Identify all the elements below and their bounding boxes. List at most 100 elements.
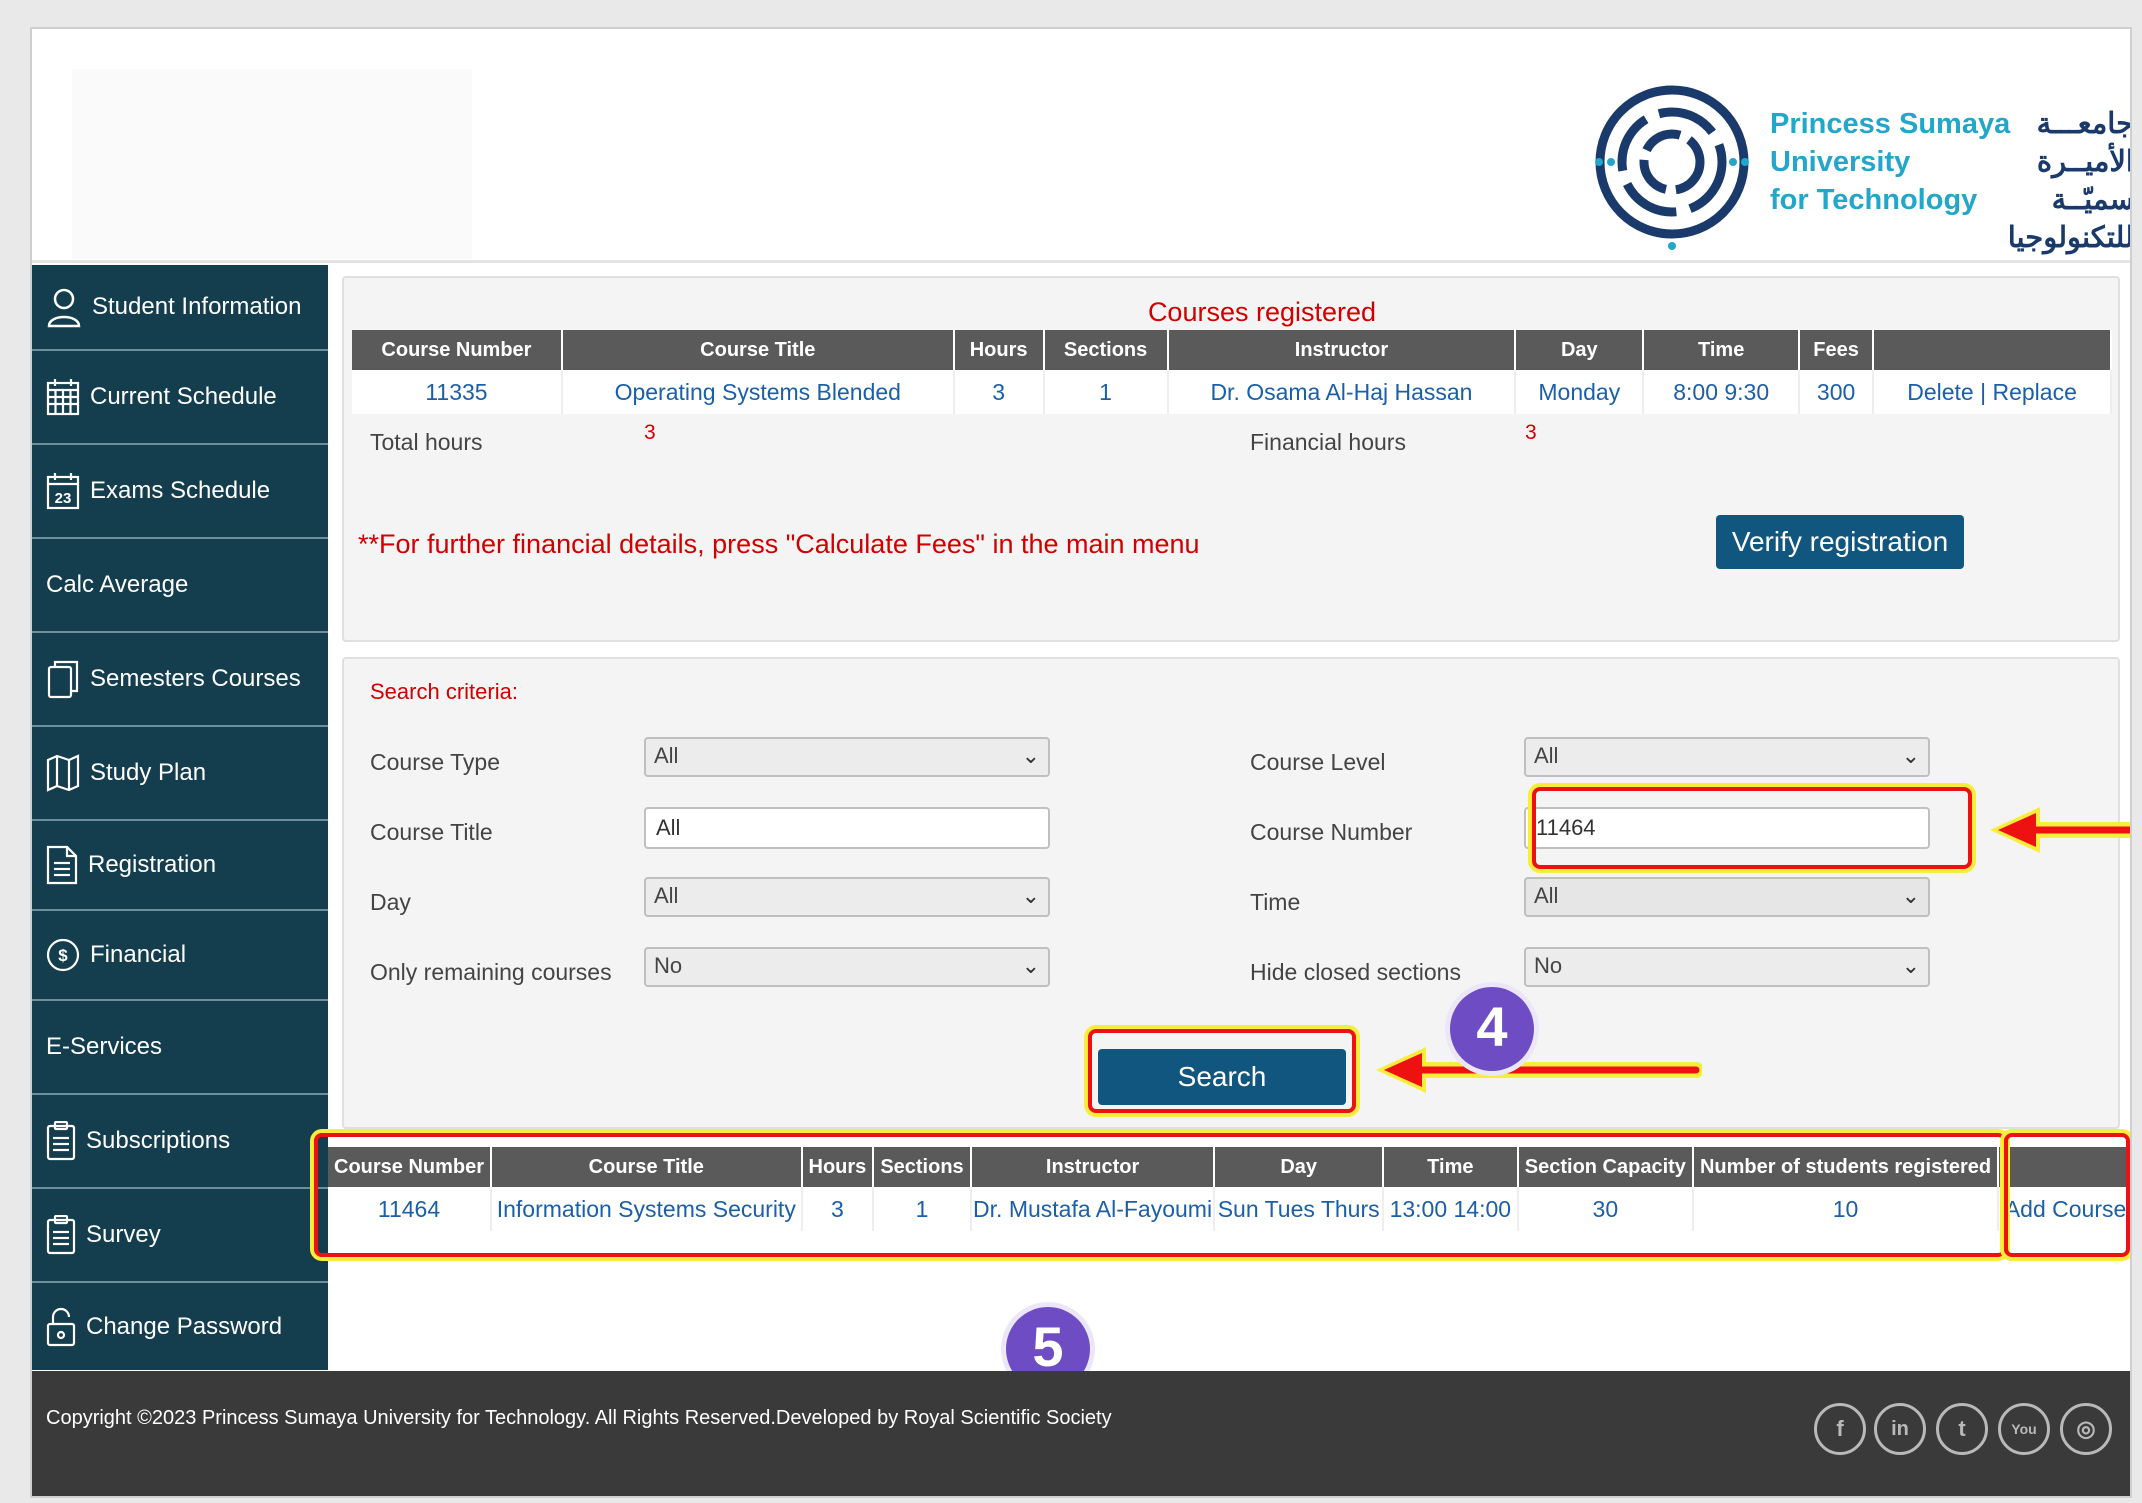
- column-header: Day: [1515, 330, 1645, 370]
- column-header: Sections: [1043, 330, 1169, 370]
- sidebar-item-exams-schedule[interactable]: 23 Exams Schedule: [32, 445, 328, 539]
- highlight-results-row: [314, 1133, 2006, 1257]
- sidebar-item-registration[interactable]: Registration: [32, 821, 328, 911]
- svg-text:23: 23: [55, 490, 72, 507]
- time-select[interactable]: All ⌄: [1524, 877, 1930, 917]
- red-arrow-icon: [1376, 1047, 1702, 1093]
- course-title-input[interactable]: All: [644, 807, 1050, 849]
- header: Princess Sumaya University for Technolog…: [32, 29, 2132, 263]
- total-hours-value: 3: [644, 421, 656, 444]
- chevron-down-icon: ⌄: [1901, 883, 1920, 908]
- financial-hours-value: 3: [1525, 421, 1537, 444]
- linkedin-icon[interactable]: in: [1874, 1403, 1926, 1455]
- instagram-icon[interactable]: ◎: [2060, 1403, 2112, 1455]
- column-header: Instructor: [1167, 330, 1517, 370]
- delete-link[interactable]: Delete: [1907, 379, 1973, 405]
- remaining-courses-select[interactable]: No ⌄: [644, 947, 1050, 987]
- chevron-down-icon: ⌄: [1021, 743, 1040, 768]
- hide-closed-sections-value: No: [1534, 953, 1563, 978]
- highlight-add-course: [2004, 1133, 2130, 1257]
- highlight-search-button: [1088, 1029, 1356, 1113]
- page: Princess Sumaya University for Technolog…: [30, 27, 2132, 1498]
- highlight-course-number: [1532, 787, 1972, 869]
- registered-courses-title: Courses registered: [1147, 297, 1377, 327]
- sidebar-item-study-plan[interactable]: Study Plan: [32, 727, 328, 821]
- sidebar-item-current-schedule[interactable]: Current Schedule: [32, 351, 328, 445]
- hide-closed-sections-select[interactable]: No ⌄: [1524, 947, 1930, 987]
- course-type-label: Course Type: [370, 749, 500, 775]
- table-header-row: Course Number Course Title Hours Section…: [352, 330, 2112, 370]
- hours-cell: 3: [953, 370, 1045, 414]
- sidebar-item-label: Student Information: [92, 293, 302, 320]
- day-cell: Monday: [1515, 370, 1645, 414]
- financial-hours-label: Financial hours: [1250, 429, 1406, 455]
- course-level-value: All: [1534, 743, 1559, 768]
- link-separator: |: [1980, 378, 1987, 405]
- column-header: [1873, 330, 2112, 370]
- sidebar-item-financial[interactable]: $ Financial: [32, 911, 328, 1001]
- course-level-select[interactable]: All ⌄: [1524, 737, 1930, 777]
- sidebar-item-label: Current Schedule: [90, 383, 277, 410]
- sidebar-item-change-password[interactable]: Change Password: [32, 1283, 328, 1370]
- replace-link[interactable]: Replace: [1992, 379, 2076, 405]
- sidebar-item-e-services[interactable]: E-Services: [32, 1001, 328, 1095]
- column-header: Time: [1643, 330, 1801, 370]
- logo-ar-line: للتكنولوجيا: [2007, 222, 2132, 254]
- sidebar-item-calc-average[interactable]: Calc Average: [32, 539, 328, 633]
- verify-registration-button[interactable]: Verify registration: [1716, 515, 1964, 569]
- chevron-down-icon: ⌄: [1021, 883, 1040, 908]
- document-icon: [46, 845, 78, 885]
- sidebar-item-label: Registration: [88, 851, 217, 878]
- hide-closed-sections-label: Hide closed sections: [1250, 959, 1461, 985]
- sidebar: Student Information Current Schedule 23 …: [32, 265, 328, 1370]
- course-type-value: All: [654, 743, 679, 768]
- sidebar-item-label: Exams Schedule: [90, 477, 271, 504]
- search-criteria-title: Search criteria:: [370, 679, 518, 704]
- sidebar-item-label: Study Plan: [90, 759, 207, 786]
- actions-cell: Delete | Replace: [1873, 370, 2112, 414]
- red-arrow-icon: [1990, 807, 2130, 853]
- sidebar-item-label: Subscriptions: [86, 1127, 231, 1154]
- table-row: 11335 Operating Systems Blended 3 1 Dr. …: [352, 370, 2112, 414]
- column-header: Course Title: [561, 330, 955, 370]
- map-icon: [46, 754, 80, 792]
- sections-cell: 1: [1043, 370, 1169, 414]
- sidebar-item-survey[interactable]: Survey: [32, 1189, 328, 1283]
- youtube-icon[interactable]: You: [1998, 1403, 2050, 1455]
- footer: Copyright ©2023 Princess Sumaya Universi…: [32, 1371, 2130, 1496]
- university-logo-icon: [1595, 85, 1749, 250]
- logo-ar-line: الأميــرة سميّــة: [2036, 146, 2132, 216]
- sidebar-item-label: Survey: [86, 1221, 161, 1248]
- sidebar-item-student-information[interactable]: Student Information: [32, 265, 328, 351]
- time-value: All: [1534, 883, 1559, 908]
- course-number-label: Course Number: [1250, 819, 1413, 845]
- sidebar-item-label: Financial: [90, 941, 187, 968]
- svg-text:$: $: [58, 946, 68, 965]
- fees-cell: 300: [1799, 370, 1875, 414]
- twitter-icon[interactable]: t: [1936, 1403, 1988, 1455]
- course-number-cell: 11335: [352, 370, 563, 414]
- copy-icon: [47, 660, 79, 699]
- copyright-text: Copyright ©2023 Princess Sumaya Universi…: [46, 1407, 1112, 1429]
- user-icon: [47, 288, 81, 328]
- column-header: Fees: [1799, 330, 1875, 370]
- course-title-label: Course Title: [370, 819, 493, 845]
- column-header: Course Number: [352, 330, 563, 370]
- total-hours-label: Total hours: [370, 429, 483, 455]
- sidebar-item-label: E-Services: [46, 1033, 163, 1060]
- logo-ar-line: جامعـــة: [2036, 108, 2132, 140]
- day-value: All: [654, 883, 679, 908]
- sidebar-item-subscriptions[interactable]: Subscriptions: [32, 1095, 328, 1189]
- time-label: Time: [1250, 889, 1301, 915]
- course-type-select[interactable]: All ⌄: [644, 737, 1050, 777]
- registered-courses-table: Course Number Course Title Hours Section…: [352, 330, 2112, 414]
- course-level-label: Course Level: [1250, 749, 1386, 775]
- sidebar-item-semesters-courses[interactable]: Semesters Courses: [32, 633, 328, 727]
- header-banner-placeholder: [72, 69, 472, 259]
- clipboard-icon: [46, 1121, 76, 1161]
- day-select[interactable]: All ⌄: [644, 877, 1050, 917]
- course-title-cell: Operating Systems Blended: [561, 370, 955, 414]
- calendar-23-icon: 23: [46, 473, 80, 510]
- facebook-icon[interactable]: f: [1814, 1403, 1866, 1455]
- remaining-courses-label: Only remaining courses: [370, 959, 612, 985]
